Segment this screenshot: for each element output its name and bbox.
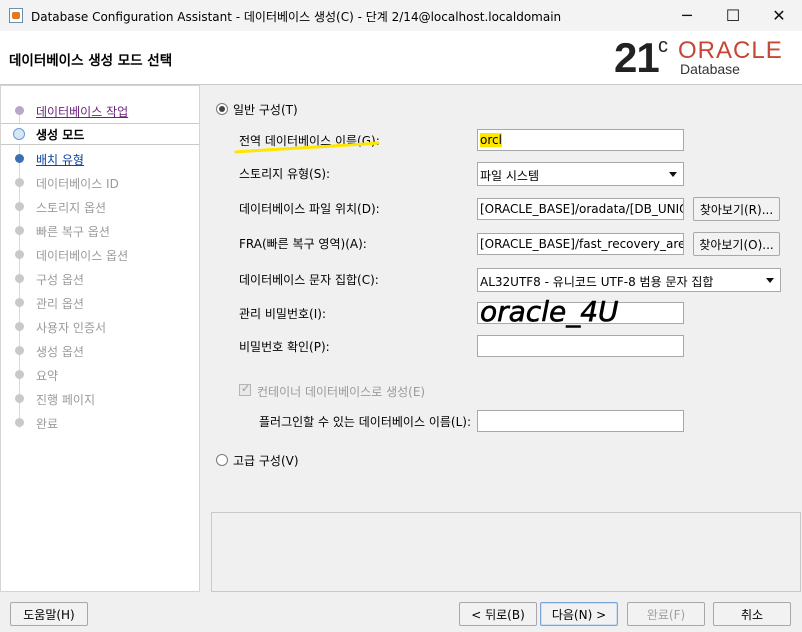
- close-icon: ✕: [772, 6, 786, 25]
- logo-product: Database: [680, 61, 740, 77]
- charset-select[interactable]: AL32UTF8 - 유니코드 UTF-8 범용 문자 집합: [477, 268, 781, 292]
- step-dot-icon: [15, 298, 24, 307]
- logo-version: 21: [614, 34, 660, 81]
- step-dot-icon: [15, 418, 24, 427]
- maximize-icon: ☐: [725, 6, 741, 25]
- step-storage-options: 스토리지 옵션: [1, 196, 199, 218]
- typical-config-label[interactable]: 일반 구성(T): [233, 101, 298, 118]
- fra-label: FRA(빠른 복구 영역)(A):: [239, 237, 367, 251]
- step-deployment-type[interactable]: 배치 유형: [1, 148, 199, 170]
- storage-type-value: 파일 시스템: [480, 169, 540, 183]
- step-creation-options: 생성 옵션: [1, 340, 199, 362]
- step-progress-page: 진행 페이지: [1, 388, 199, 410]
- step-label: 데이터베이스 옵션: [36, 249, 129, 263]
- step-label: 사용자 인증서: [36, 321, 107, 335]
- maximize-button[interactable]: ☐: [710, 0, 756, 31]
- step-label: 생성 옵션: [36, 345, 84, 359]
- steps-sidebar: 데이터베이스 작업 생성 모드 배치 유형 데이터베이스 ID 스토리지 옵션 …: [0, 85, 200, 592]
- step-dot-icon: [15, 178, 24, 187]
- step-database-options: 데이터베이스 옵션: [1, 244, 199, 266]
- step-dot-icon: [15, 202, 24, 211]
- minimize-icon: ─: [682, 6, 692, 25]
- step-dot-icon: [15, 106, 24, 115]
- page-title: 데이터베이스 생성 모드 선택: [9, 53, 173, 69]
- step-label: 생성 모드: [36, 128, 85, 142]
- pdb-name-label: 플러그인할 수 있는 데이터베이스 이름(L):: [259, 415, 471, 429]
- global-db-name-input[interactable]: orcl: [477, 129, 684, 151]
- step-label: 관리 옵션: [36, 297, 84, 311]
- help-button[interactable]: 도움말(H): [10, 602, 88, 626]
- step-creation-mode[interactable]: 생성 모드: [1, 123, 199, 145]
- pdb-name-input[interactable]: [477, 410, 684, 432]
- charset-label: 데이터베이스 문자 집합(C):: [239, 273, 379, 287]
- main-panel: 일반 구성(T) 전역 데이터베이스 이름(G): orcl 스토리지 유형(S…: [200, 85, 802, 592]
- charset-value: AL32UTF8 - 유니코드 UTF-8 범용 문자 집합: [480, 275, 714, 289]
- fra-input[interactable]: [ORACLE_BASE]/fast_recovery_area/[DB_UNI…: [477, 233, 684, 255]
- step-dot-icon: [15, 370, 24, 379]
- step-label: 스토리지 옵션: [36, 201, 107, 215]
- step-dot-icon: [15, 274, 24, 283]
- db-file-location-input[interactable]: [ORACLE_BASE]/oradata/[DB_UNIQUE_NAME]: [477, 198, 684, 220]
- step-finish: 완료: [1, 412, 199, 434]
- page-header: 데이터베이스 생성 모드 선택 21 c ORACLE Database: [0, 31, 802, 85]
- handwritten-password-annotation: oracle_4U: [480, 295, 619, 329]
- step-label: 완료: [36, 417, 59, 431]
- footer-buttons: 도움말(H) < 뒤로(B) 다음(N) > 완료(F) 취소: [0, 592, 802, 632]
- window-titlebar: Database Configuration Assistant - 데이터베이…: [0, 0, 802, 31]
- step-database-id: 데이터베이스 ID: [1, 172, 199, 194]
- handwritten-underline-annotation: [234, 141, 380, 154]
- step-management-options: 관리 옵션: [1, 292, 199, 314]
- step-label: 배치 유형: [36, 153, 84, 167]
- step-current-icon: [13, 128, 25, 140]
- db-file-location-label: 데이터베이스 파일 위치(D):: [239, 202, 380, 216]
- step-configuration-options: 구성 옵션: [1, 268, 199, 290]
- close-button[interactable]: ✕: [756, 0, 802, 31]
- step-fast-recovery-options: 빠른 복구 옵션: [1, 220, 199, 242]
- handwritten-password-text: oracle_4U: [480, 295, 619, 328]
- step-summary: 요약: [1, 364, 199, 386]
- admin-password-label: 관리 비밀번호(I):: [239, 307, 327, 321]
- step-dot-icon: [15, 322, 24, 331]
- step-label: 데이터베이스 ID: [36, 177, 119, 191]
- step-dot-icon: [15, 394, 24, 403]
- step-database-operation[interactable]: 데이터베이스 작업: [1, 100, 199, 122]
- back-button[interactable]: < 뒤로(B): [459, 602, 537, 626]
- browse-fra-button[interactable]: 찾아보기(O)...: [693, 232, 780, 256]
- message-panel: [211, 512, 801, 592]
- step-label: 빠른 복구 옵션: [36, 225, 110, 239]
- container-db-checkbox[interactable]: [239, 382, 251, 396]
- minimize-button[interactable]: ─: [664, 0, 710, 31]
- next-button[interactable]: 다음(N) >: [540, 602, 618, 626]
- finish-button[interactable]: 완료(F): [627, 602, 705, 626]
- global-db-name-value: orcl: [480, 133, 502, 147]
- step-label: 데이터베이스 작업: [36, 105, 129, 119]
- step-label: 구성 옵션: [36, 273, 84, 287]
- dropdown-arrow-icon: [766, 278, 774, 283]
- dropdown-arrow-icon: [669, 172, 677, 177]
- cancel-button[interactable]: 취소: [713, 602, 791, 626]
- java-app-icon: [9, 8, 23, 23]
- step-dot-icon: [15, 250, 24, 259]
- window-title: Database Configuration Assistant - 데이터베이…: [31, 10, 562, 24]
- browse-db-location-button[interactable]: 찾아보기(R)...: [693, 197, 780, 221]
- logo-version-suffix: c: [658, 35, 668, 57]
- step-dot-icon: [15, 346, 24, 355]
- typical-config-radio[interactable]: [216, 103, 228, 115]
- confirm-password-label: 비밀번호 확인(P):: [239, 340, 330, 354]
- storage-type-select[interactable]: 파일 시스템: [477, 162, 684, 186]
- step-label: 진행 페이지: [36, 393, 96, 407]
- confirm-password-input[interactable]: [477, 335, 684, 357]
- advanced-config-label[interactable]: 고급 구성(V): [233, 452, 299, 469]
- step-user-credentials: 사용자 인증서: [1, 316, 199, 338]
- container-db-label: 컨테이너 데이터베이스로 생성(E): [257, 385, 426, 399]
- step-label: 요약: [36, 369, 59, 383]
- advanced-config-radio[interactable]: [216, 454, 228, 466]
- step-dot-icon: [15, 226, 24, 235]
- storage-type-label: 스토리지 유형(S):: [239, 167, 331, 181]
- step-dot-icon: [15, 154, 24, 163]
